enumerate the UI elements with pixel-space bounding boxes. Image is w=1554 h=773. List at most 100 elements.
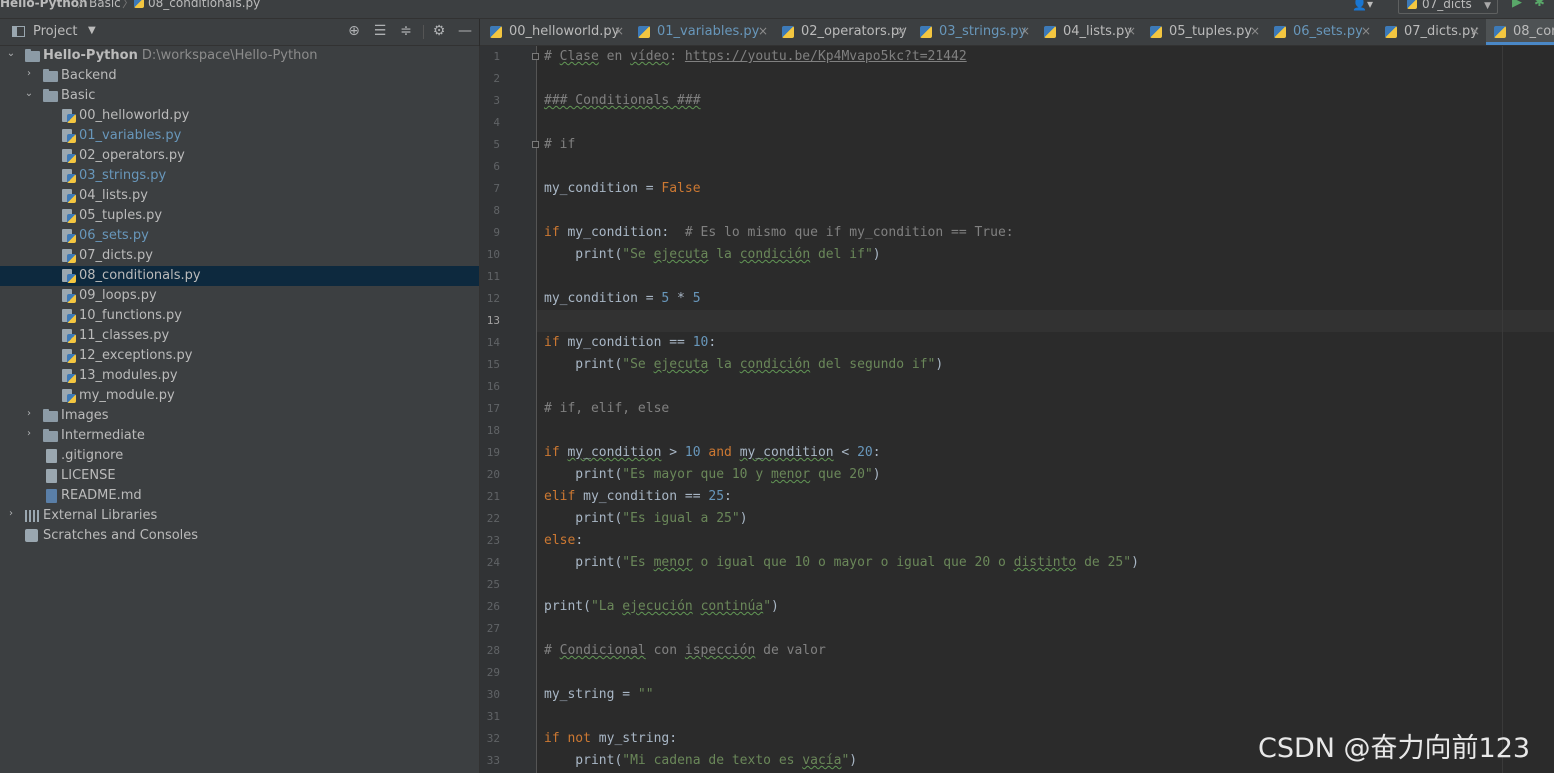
tree-item-basic[interactable]: ⌄ Basic — [0, 86, 479, 106]
token: "Se — [622, 247, 654, 262]
project-panel-icon — [12, 26, 25, 37]
chevron-down-icon[interactable]: ⌄ — [23, 88, 35, 99]
editor-tab[interactable]: 03_strings.py × — [912, 19, 1036, 45]
line-number: 26 — [486, 600, 500, 613]
editor-tab[interactable]: 00_helloworld.py × — [482, 19, 630, 45]
folder-icon — [43, 89, 58, 102]
editor-tab[interactable]: 04_lists.py × — [1036, 19, 1142, 45]
close-icon[interactable]: × — [1250, 24, 1260, 38]
close-icon[interactable]: × — [758, 24, 768, 38]
chevron-right-icon[interactable]: › — [23, 408, 35, 419]
collapse-all-icon[interactable]: ≑ — [398, 23, 414, 39]
line-number: 3 — [493, 94, 500, 107]
code-editor[interactable]: 1 2 3 4 5 6 7 8 9 10 11 12 13 14 15 16 17 18 19 20 21 22 23 24 2… — [480, 46, 1554, 773]
tree-item-external-libraries[interactable]: › External Libraries — [0, 506, 479, 526]
token: < — [833, 445, 858, 460]
breadcrumb-separator: 〉 — [122, 0, 135, 10]
run-configuration-selector[interactable]: 07_dicts ▼ — [1398, 0, 1498, 14]
tree-item-file[interactable]: 11_classes.py — [0, 326, 479, 346]
chevron-down-icon[interactable]: ⌄ — [5, 48, 17, 59]
python-file-icon — [1385, 26, 1397, 38]
close-icon[interactable]: × — [1020, 24, 1030, 38]
tree-item-root[interactable]: ⌄ Hello-Python D:\workspace\Hello-Python — [0, 46, 479, 66]
close-icon[interactable]: × — [896, 24, 906, 38]
tree-item-gitignore[interactable]: .gitignore — [0, 446, 479, 466]
tree-item-file[interactable]: 09_loops.py — [0, 286, 479, 306]
editor-tab[interactable]: 06_sets.py × — [1266, 19, 1377, 45]
token: "Es — [622, 555, 654, 570]
chevron-right-icon[interactable]: › — [23, 428, 35, 439]
tree-item-file[interactable]: 13_modules.py — [0, 366, 479, 386]
tree-item-backend[interactable]: › Backend — [0, 66, 479, 86]
tree-item-file[interactable]: 01_variables.py — [0, 126, 479, 146]
token: : — [724, 489, 732, 504]
code-line-33: print("Mi cadena de texto es vacía") — [544, 752, 857, 770]
tree-item-file[interactable]: 12_exceptions.py — [0, 346, 479, 366]
tree-item-file[interactable]: my_module.py — [0, 386, 479, 406]
tree-item-file[interactable]: 07_dicts.py — [0, 246, 479, 266]
breadcrumb-folder[interactable]: Basic — [89, 0, 121, 9]
chevron-down-icon[interactable]: ▼ — [88, 25, 96, 36]
token: print( — [544, 357, 623, 372]
token: 5 — [692, 291, 701, 306]
token: print( — [544, 247, 623, 262]
chevron-right-icon[interactable]: › — [5, 508, 17, 519]
tree-item-file[interactable]: 03_strings.py — [0, 166, 479, 186]
tree-item-scratches[interactable]: Scratches and Consoles — [0, 526, 479, 546]
editor-tab-label: 00_helloworld.py — [509, 24, 620, 39]
code-line-32: if not my_string: — [544, 730, 677, 748]
account-icon[interactable]: 👤▾ — [1352, 0, 1373, 10]
fold-marker-icon[interactable] — [532, 141, 539, 148]
tree-item-file[interactable]: 06_sets.py — [0, 226, 479, 246]
line-number: 27 — [486, 622, 500, 635]
tree-root-label: Hello-Python D:\workspace\Hello-Python — [43, 48, 318, 63]
editor-tab[interactable]: 02_operators.py × — [774, 19, 912, 45]
tree-item-file[interactable]: 04_lists.py — [0, 186, 479, 206]
tree-item-label: LICENSE — [61, 468, 116, 483]
tree-item-file[interactable]: 05_tuples.py — [0, 206, 479, 226]
token: ) — [771, 599, 779, 614]
tree-item-images[interactable]: › Images — [0, 406, 479, 426]
breadcrumb-file[interactable]: 08_conditionals.py — [134, 0, 260, 9]
fold-marker-icon[interactable] — [532, 53, 539, 60]
breadcrumb-separator: 〉 — [77, 0, 90, 10]
close-icon[interactable]: × — [1361, 24, 1371, 38]
project-panel-title[interactable]: Project — [33, 24, 77, 39]
locate-file-icon[interactable]: ⊕ — [346, 23, 362, 39]
close-icon[interactable]: × — [1470, 24, 1480, 38]
folder-icon — [43, 409, 58, 422]
gear-icon[interactable]: ⚙ — [431, 23, 447, 39]
editor-tab[interactable]: 08_con — [1486, 19, 1554, 45]
line-number: 7 — [493, 182, 500, 195]
hide-panel-icon[interactable]: — — [457, 23, 473, 39]
line-number: 19 — [486, 446, 500, 459]
chevron-right-icon[interactable]: › — [23, 68, 35, 79]
close-icon[interactable]: × — [614, 24, 624, 38]
breadcrumb-project[interactable]: Hello-Python — [0, 0, 88, 9]
token: # if, elif, else — [544, 401, 670, 416]
line-number: 25 — [486, 578, 500, 591]
token: print( — [544, 555, 623, 570]
code-line-21: elif my_condition == 25: — [544, 488, 732, 506]
tree-item-label: 04_lists.py — [79, 188, 148, 203]
tree-item-file[interactable]: 08_conditionals.py — [0, 266, 479, 286]
token: if — [544, 335, 560, 350]
editor-tab[interactable]: 07_dicts.py × — [1377, 19, 1486, 45]
tree-item-license[interactable]: LICENSE — [0, 466, 479, 486]
video-link[interactable]: https://youtu.be/Kp4Mvapo5kc?t=21442 — [685, 49, 967, 64]
tree-item-file[interactable]: 02_operators.py — [0, 146, 479, 166]
tree-item-file[interactable]: 10_functions.py — [0, 306, 479, 326]
editor-tab[interactable]: 05_tuples.py × — [1142, 19, 1266, 45]
tree-item-readme[interactable]: README.md — [0, 486, 479, 506]
token: my_condition == — [575, 489, 709, 504]
editor-tab[interactable]: 01_variables.py × — [630, 19, 774, 45]
tree-item-file[interactable]: 00_helloworld.py — [0, 106, 479, 126]
run-icon[interactable]: ▶ — [1512, 0, 1522, 9]
debug-icon[interactable]: ✱ — [1534, 0, 1545, 9]
expand-all-icon[interactable]: ☰ — [372, 23, 388, 39]
line-number: 10 — [486, 248, 500, 261]
token: la — [708, 357, 740, 372]
close-icon[interactable]: × — [1126, 24, 1136, 38]
tree-item-intermediate[interactable]: › Intermediate — [0, 426, 479, 446]
line-number: 24 — [486, 556, 500, 569]
